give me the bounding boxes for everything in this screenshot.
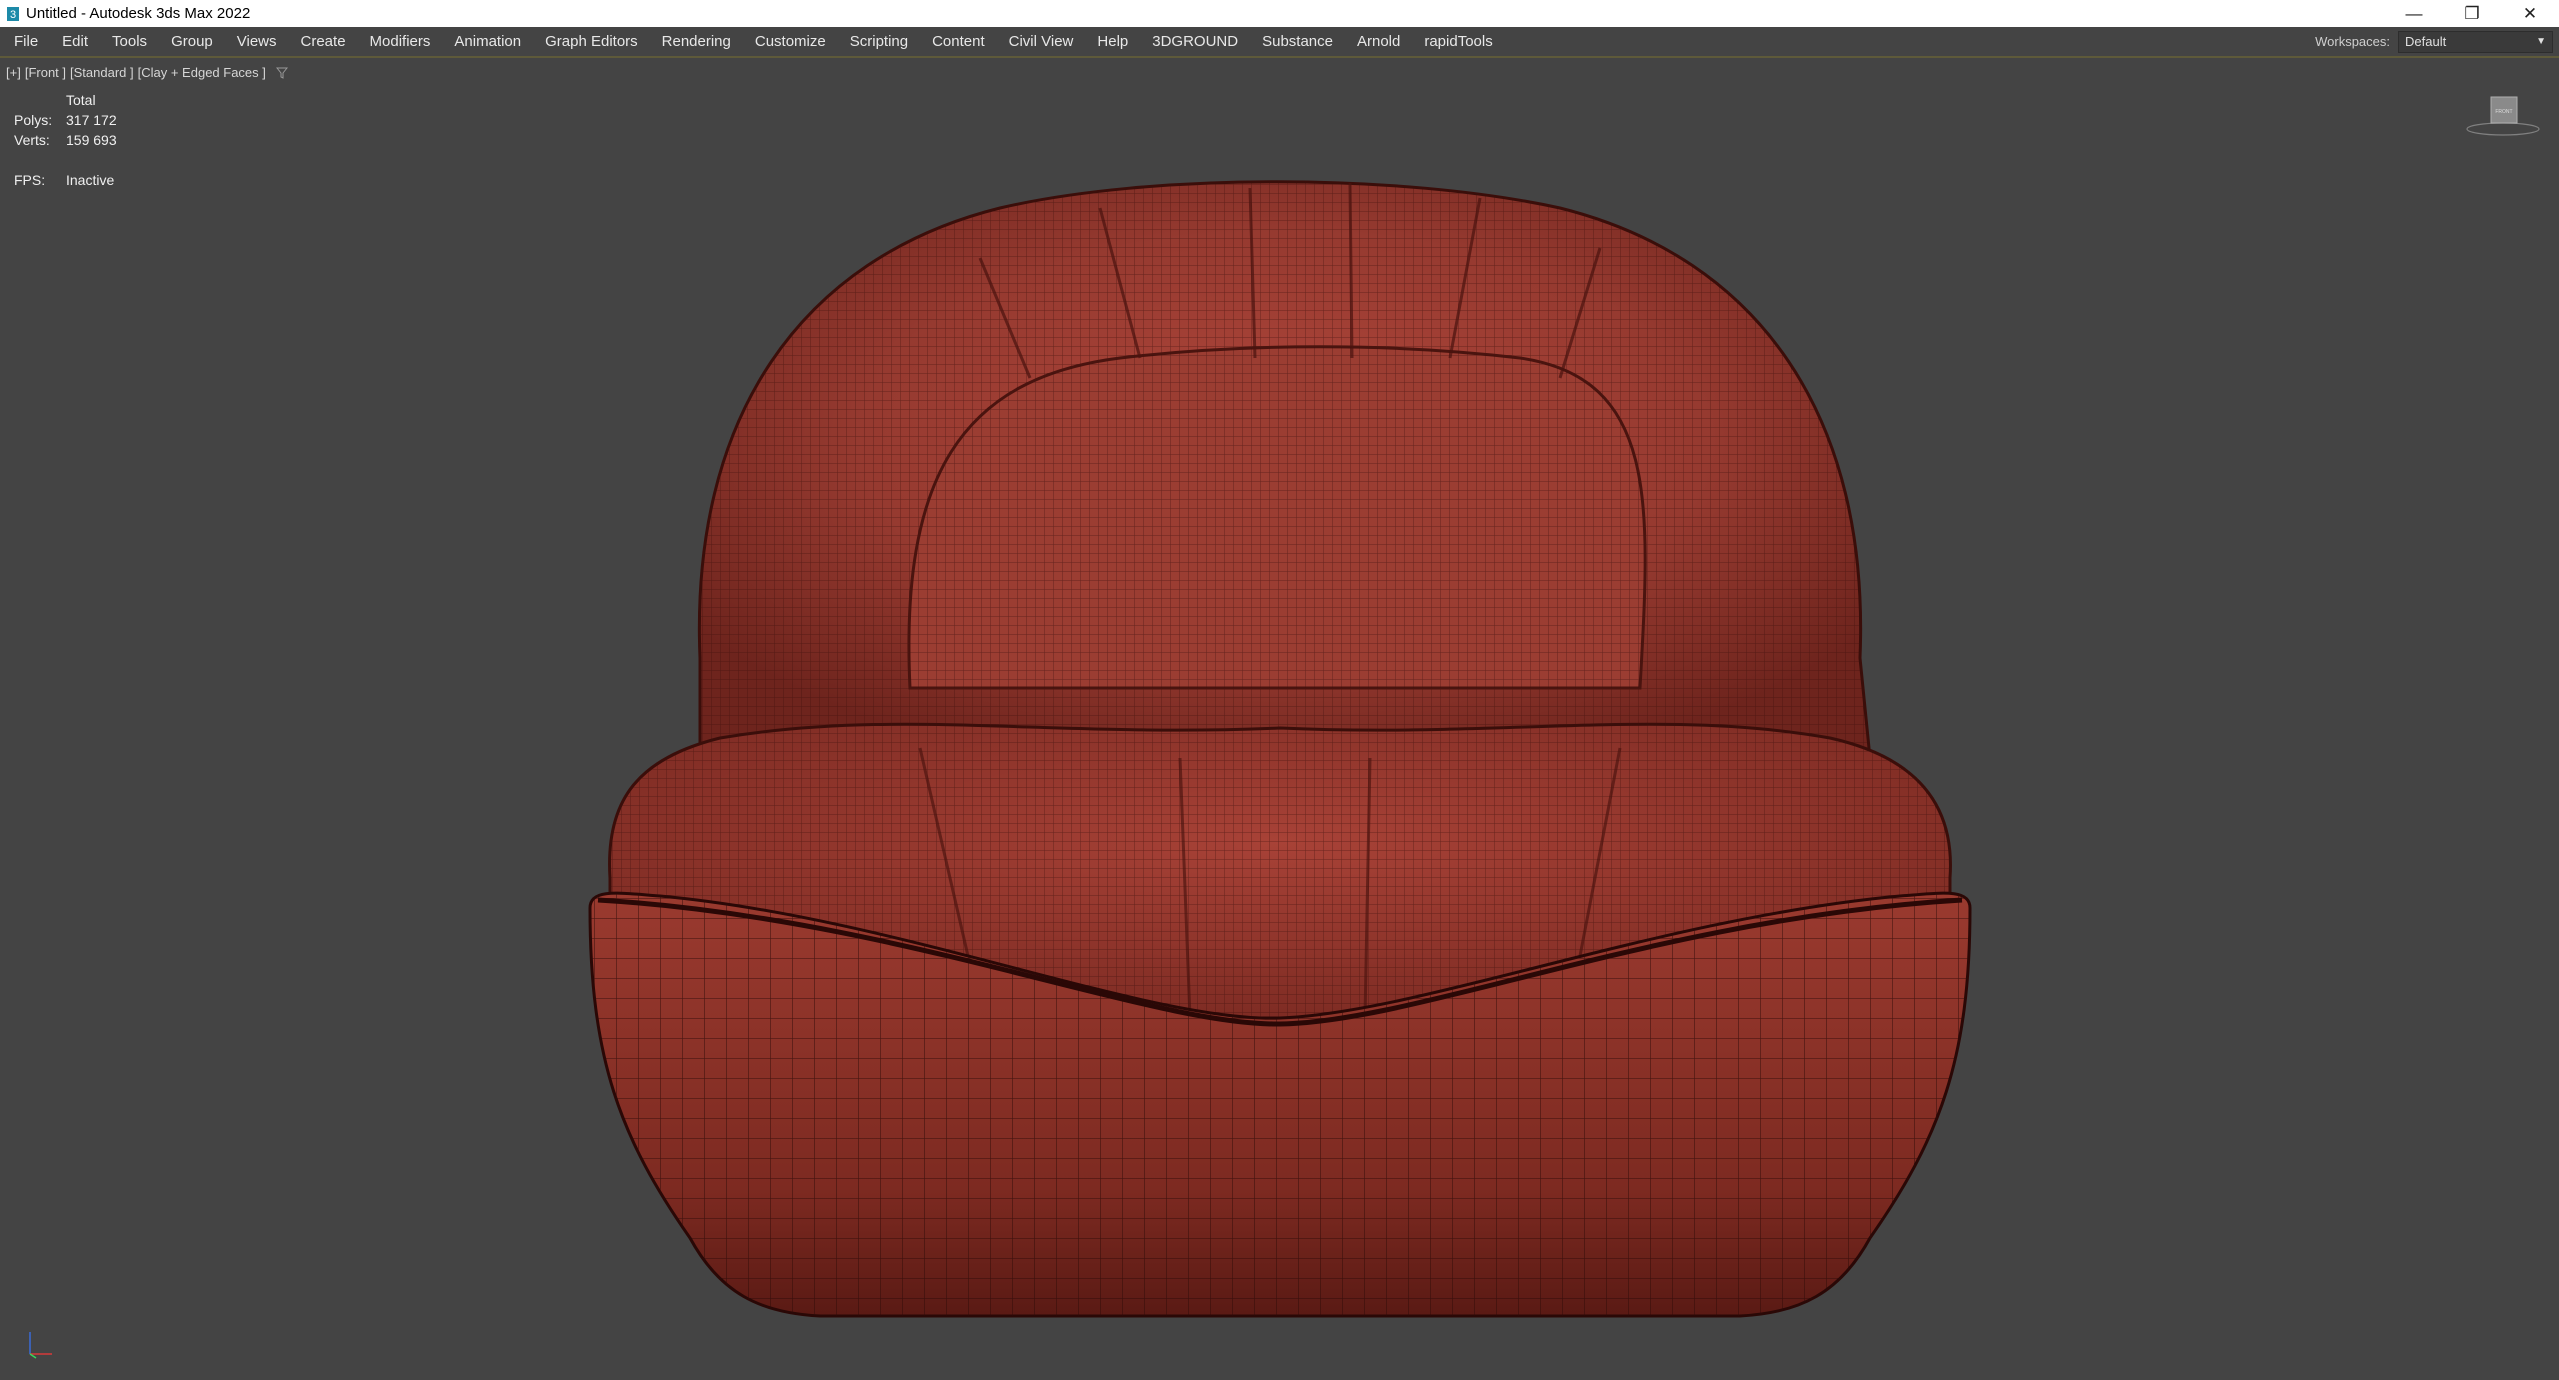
restore-button[interactable]: ❐ — [2443, 0, 2501, 27]
menu-group[interactable]: Group — [159, 27, 225, 56]
viewport-plus-menu[interactable]: [+] — [6, 65, 21, 80]
menu-graph-editors[interactable]: Graph Editors — [533, 27, 650, 56]
menu-bar: File Edit Tools Group Views Create Modif… — [0, 27, 2559, 58]
menu-file[interactable]: File — [0, 27, 50, 56]
chevron-down-icon: ▼ — [2536, 36, 2546, 47]
filter-icon[interactable] — [275, 67, 288, 79]
svg-text:3: 3 — [10, 9, 16, 21]
viewport-label: [+] [Front ] [Standard ] [Clay + Edged F… — [6, 65, 288, 80]
menu-substance[interactable]: Substance — [1250, 27, 1345, 56]
menu-scripting[interactable]: Scripting — [838, 27, 920, 56]
minimize-button[interactable]: — — [2385, 0, 2443, 27]
menu-content[interactable]: Content — [920, 27, 997, 56]
viewport-shading-standard[interactable]: [Standard ] — [70, 65, 134, 80]
workspaces-label: Workspaces: — [2315, 34, 2390, 49]
chair-model[interactable] — [0, 58, 2559, 1380]
viewport-display-mode[interactable]: [Clay + Edged Faces ] — [138, 65, 266, 80]
menu-rapidtools[interactable]: rapidTools — [1412, 27, 1504, 56]
menu-3dground[interactable]: 3DGROUND — [1140, 27, 1250, 56]
menu-arnold[interactable]: Arnold — [1345, 27, 1412, 56]
menu-customize[interactable]: Customize — [743, 27, 838, 56]
workspaces-dropdown[interactable]: Default ▼ — [2398, 30, 2553, 53]
verts-label: Verts: — [14, 132, 50, 148]
viewcube-face-label: FRONT — [2495, 109, 2512, 115]
fps-value: Inactive — [66, 172, 115, 188]
front-viewport[interactable]: [+] [Front ] [Standard ] [Clay + Edged F… — [0, 58, 2559, 1380]
menu-tools[interactable]: Tools — [100, 27, 159, 56]
menu-create[interactable]: Create — [289, 27, 358, 56]
3dsmax-app-icon[interactable]: 3 — [6, 6, 20, 22]
window-title: Untitled - Autodesk 3ds Max 2022 — [26, 5, 251, 22]
verts-value: 159 693 — [66, 132, 117, 148]
menu-animation[interactable]: Animation — [442, 27, 533, 56]
workspaces-control: Workspaces: Default ▼ — [2315, 27, 2559, 56]
menu-civil-view[interactable]: Civil View — [997, 27, 1086, 56]
polys-label: Polys: — [14, 112, 53, 128]
axis-tripod-icon — [29, 1332, 52, 1359]
title-bar: 3 Untitled - Autodesk 3ds Max 2022 — ❐ ✕ — [0, 0, 2559, 27]
viewport-statistics: Total Polys: 317 172 Verts: 159 693 FPS:… — [14, 90, 117, 190]
stats-header: Total — [66, 92, 96, 108]
workspaces-value: Default — [2405, 34, 2447, 49]
back-cushion — [697, 180, 1872, 760]
menu-edit[interactable]: Edit — [50, 27, 100, 56]
menu-help[interactable]: Help — [1085, 27, 1140, 56]
fps-label: FPS: — [14, 172, 46, 188]
viewport-pov-menu[interactable]: [Front ] — [25, 65, 66, 80]
menu-rendering[interactable]: Rendering — [650, 27, 743, 56]
polys-value: 317 172 — [66, 112, 117, 128]
viewcube[interactable]: FRONT — [2465, 93, 2541, 139]
close-button[interactable]: ✕ — [2501, 0, 2559, 27]
menu-modifiers[interactable]: Modifiers — [358, 27, 443, 56]
menu-views[interactable]: Views — [225, 27, 289, 56]
